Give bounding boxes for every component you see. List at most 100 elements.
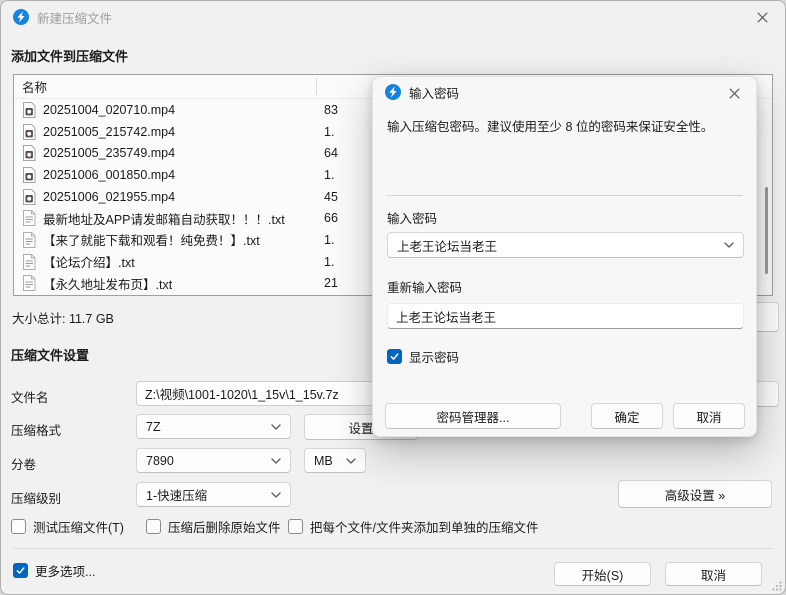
file-size: 64 (324, 146, 338, 161)
file-name: 【永久地址发布页】.txt (43, 277, 173, 292)
main-titlebar: 新建压缩文件 (1, 1, 785, 33)
resize-grip-icon[interactable] (772, 581, 782, 591)
dialog-description: 输入压缩包密码。建议使用至少 8 位的密码来保证安全性。 (387, 120, 714, 134)
ok-button-label: 确定 (614, 410, 640, 425)
dialog-divider (386, 195, 743, 196)
file-size: 21 (324, 276, 338, 291)
window-title: 新建压缩文件 (37, 11, 113, 26)
file-name: 20251006_021955.mp4 (43, 189, 176, 204)
chevron-down-icon (346, 457, 356, 464)
enter-password-label: 输入密码 (387, 212, 438, 226)
chevron-down-icon (271, 423, 281, 430)
close-icon (728, 87, 740, 99)
video-file-icon (23, 145, 36, 162)
cancel-button[interactable]: 取消 (665, 562, 762, 586)
checkbox-unchecked (11, 519, 26, 534)
close-icon (756, 11, 768, 23)
name-column-header[interactable]: 名称 (14, 77, 47, 96)
test-archive-checkbox[interactable]: 测试压缩文件(T) (11, 517, 124, 536)
volume-unit-dropdown[interactable]: MB (304, 448, 366, 473)
add-files-section-title: 添加文件到压缩文件 (11, 49, 129, 64)
video-file-icon (23, 101, 36, 118)
checkbox-unchecked (288, 519, 303, 534)
level-value: 1-快速压缩 (146, 489, 208, 503)
file-name: 20251005_235749.mp4 (43, 146, 176, 161)
delete-original-checkbox[interactable]: 压缩后删除原始文件 (146, 517, 281, 536)
start-button[interactable]: 开始(S) (554, 562, 651, 586)
delete-original-label: 压缩后删除原始文件 (168, 521, 281, 535)
check-icon (390, 353, 399, 360)
list-scrollbar[interactable] (765, 187, 768, 274)
archive-settings-heading: 压缩文件设置 (11, 348, 90, 363)
chevron-down-icon (271, 457, 281, 464)
checkbox-checked (13, 563, 28, 578)
password-manager-label: 密码管理器... (436, 410, 510, 425)
video-file-icon (23, 188, 36, 205)
separate-archives-checkbox[interactable]: 把每个文件/文件夹添加到单独的压缩文件 (288, 517, 538, 536)
column-divider[interactable] (316, 78, 317, 95)
filename-label: 文件名 (11, 391, 49, 405)
file-size: 1. (324, 232, 335, 247)
file-name: 20251004_020710.mp4 (43, 102, 176, 117)
show-password-checkbox[interactable]: 显示密码 (387, 347, 459, 366)
cancel-button-label: 取消 (700, 568, 726, 583)
format-value: 7Z (146, 419, 161, 434)
advanced-settings-button[interactable]: 高级设置 » (618, 480, 772, 508)
check-icon (16, 567, 25, 574)
dialog-cancel-label: 取消 (696, 410, 722, 425)
format-dropdown[interactable]: 7Z (136, 414, 291, 439)
level-dropdown[interactable]: 1-快速压缩 (136, 482, 291, 507)
app-icon (385, 84, 401, 100)
level-label: 压缩级别 (11, 492, 62, 506)
text-file-icon (23, 231, 36, 248)
password-combobox[interactable]: 上老王论坛当老王 (387, 232, 744, 258)
file-size: 1. (324, 124, 335, 139)
advanced-settings-label: 高级设置 » (664, 488, 726, 503)
volume-label: 分卷 (11, 458, 37, 472)
text-file-icon (23, 253, 36, 270)
file-size: 66 (324, 211, 338, 226)
volume-value: 7890 (146, 453, 174, 468)
chevron-down-icon (724, 242, 734, 248)
ok-button[interactable]: 确定 (591, 403, 663, 429)
text-file-icon (23, 275, 36, 292)
volume-combobox[interactable]: 7890 (136, 448, 291, 473)
test-archive-label: 测试压缩文件(T) (33, 521, 124, 535)
file-name: 20251006_001850.mp4 (43, 167, 176, 182)
show-password-label: 显示密码 (409, 351, 460, 365)
footer-divider (13, 548, 773, 549)
reenter-password-label: 重新输入密码 (387, 281, 463, 295)
start-button-label: 开始(S) (581, 568, 624, 583)
password-value: 上老王论坛当老王 (397, 239, 498, 254)
more-options-label: 更多选项... (35, 565, 96, 579)
file-name: 最新地址及APP请发邮箱自动获取！！！.txt (43, 212, 285, 227)
text-file-icon (23, 210, 36, 227)
file-size: 83 (324, 102, 338, 117)
password-dialog: 输入密码 输入压缩包密码。建议使用至少 8 位的密码来保证安全性。 输入密码 上… (372, 76, 757, 437)
chevron-down-icon (271, 491, 281, 498)
total-size-label: 大小总计: 11.7 GB (12, 312, 114, 326)
dialog-cancel-button[interactable]: 取消 (673, 403, 745, 429)
checkbox-unchecked (146, 519, 161, 534)
separate-archives-label: 把每个文件/文件夹添加到单独的压缩文件 (310, 521, 539, 535)
file-size: 45 (324, 189, 338, 204)
file-name: 【论坛介绍】.txt (43, 256, 135, 271)
video-file-icon (23, 166, 36, 183)
file-name: 【来了就能下载和观看！纯免费！】.txt (43, 234, 260, 249)
dialog-close-button[interactable] (714, 79, 754, 107)
checkbox-checked (387, 349, 402, 364)
reenter-password-input[interactable]: 上老王论坛当老王 (387, 303, 744, 329)
video-file-icon (23, 123, 36, 140)
password-manager-button[interactable]: 密码管理器... (385, 403, 561, 429)
more-options-checkbox[interactable]: 更多选项... (13, 561, 95, 580)
format-label: 压缩格式 (11, 424, 62, 438)
app-icon (13, 9, 29, 25)
file-size: 1. (324, 254, 335, 269)
dialog-titlebar: 输入密码 (373, 77, 756, 107)
main-close-button[interactable] (739, 1, 785, 33)
file-name: 20251005_215742.mp4 (43, 124, 176, 139)
screen: 新建压缩文件 添加文件到压缩文件 名称 20251004_020710.mp4 … (0, 0, 786, 595)
dialog-title: 输入密码 (409, 86, 460, 101)
file-size: 1. (324, 167, 335, 182)
volume-unit-value: MB (314, 453, 333, 468)
